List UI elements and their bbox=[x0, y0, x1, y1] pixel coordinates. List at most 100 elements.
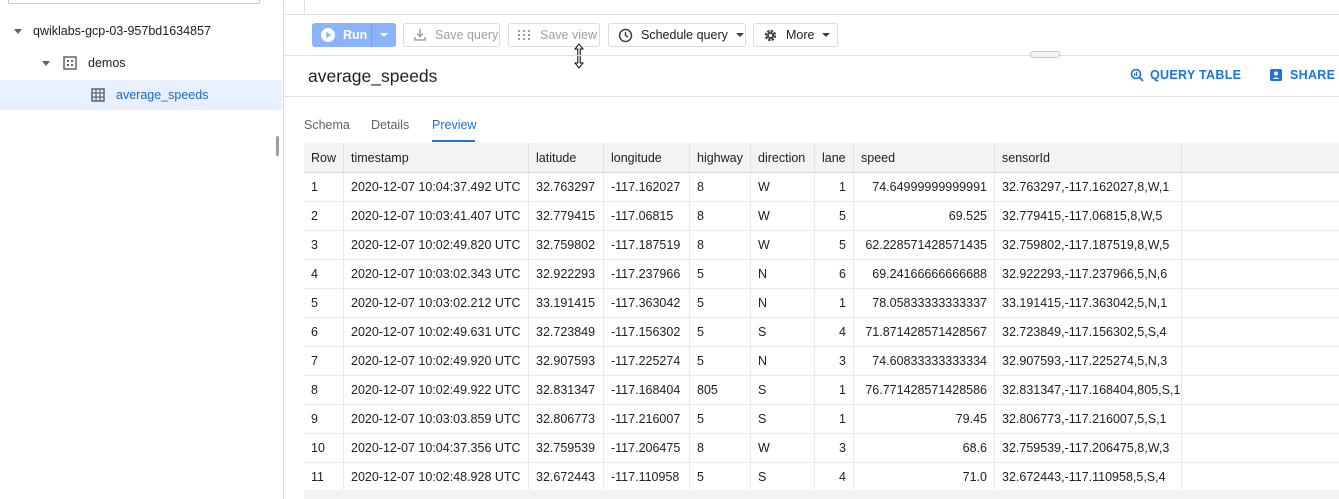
cell-timestamp: 2020-12-07 10:02:49.631 UTC bbox=[344, 318, 529, 346]
share-table-button[interactable]: SHARE T bbox=[1269, 68, 1339, 82]
active-tab-indicator bbox=[432, 140, 475, 142]
query-table-label: QUERY TABLE bbox=[1150, 68, 1242, 82]
dataset-name: demos bbox=[88, 56, 126, 70]
column-header-latitude[interactable]: latitude bbox=[529, 143, 604, 172]
cell-timestamp: 2020-12-07 10:03:02.212 UTC bbox=[344, 289, 529, 317]
column-header-timestamp[interactable]: timestamp bbox=[344, 143, 529, 172]
cell-latitude: 32.922293 bbox=[529, 260, 604, 288]
cell-speed: 78.05833333333337 bbox=[854, 289, 995, 317]
cell-speed: 74.60833333333334 bbox=[854, 347, 995, 375]
tree-item-table[interactable]: average_speeds bbox=[0, 80, 282, 110]
schedule-query-button[interactable]: Schedule query bbox=[608, 23, 746, 47]
cell-row: 8 bbox=[304, 376, 344, 404]
table-row: 3 2020-12-07 10:02:49.820 UTC 32.759802 -11… bbox=[304, 231, 1339, 260]
run-main-button[interactable]: Run bbox=[312, 23, 371, 47]
cell-row: 3 bbox=[304, 231, 344, 259]
cell-direction: S bbox=[751, 463, 815, 491]
cell-longitude: -117.110958 bbox=[604, 463, 690, 491]
cell-sensorid: 33.191415,-117.363042,5,N,1 bbox=[995, 289, 1182, 317]
column-header-row[interactable]: Row bbox=[304, 143, 344, 172]
cell-sensorid: 32.806773,-117.216007,5,S,1 bbox=[995, 405, 1182, 433]
cell-latitude: 32.759539 bbox=[529, 434, 604, 462]
cell-latitude: 32.779415 bbox=[529, 202, 604, 230]
column-header-highway[interactable]: highway bbox=[690, 143, 751, 172]
run-dropdown-button[interactable] bbox=[371, 23, 396, 47]
cell-sensorid: 32.763297,-117.162027,8,W,1 bbox=[995, 173, 1182, 201]
cell-speed: 76.771428571428586 bbox=[854, 376, 995, 404]
dataset-icon bbox=[63, 56, 77, 70]
cell-sensorid: 32.779415,-117.06815,8,W,5 bbox=[995, 202, 1182, 230]
cell-highway: 5 bbox=[690, 289, 751, 317]
cell-longitude: -117.156302 bbox=[604, 318, 690, 346]
cell-latitude: 32.907593 bbox=[529, 347, 604, 375]
cell-direction: S bbox=[751, 376, 815, 404]
cell-latitude: 32.723849 bbox=[529, 318, 604, 346]
table-row: 1 2020-12-07 10:04:37.492 UTC 32.763297 -11… bbox=[304, 173, 1339, 202]
cell-direction: N bbox=[751, 289, 815, 317]
cell-row: 5 bbox=[304, 289, 344, 317]
download-icon bbox=[413, 28, 427, 42]
cell-row: 10 bbox=[304, 434, 344, 462]
clock-icon bbox=[618, 28, 633, 43]
cell-latitude: 32.672443 bbox=[529, 463, 604, 491]
cell-row: 2 bbox=[304, 202, 344, 230]
more-label: More bbox=[786, 28, 815, 42]
cell-speed: 62.228571428571435 bbox=[854, 231, 995, 259]
run-label: Run bbox=[343, 28, 368, 42]
cell-lane: 4 bbox=[815, 463, 854, 491]
tree-item-dataset[interactable]: demos bbox=[0, 48, 282, 78]
tab-details[interactable]: Details bbox=[371, 118, 409, 132]
more-button[interactable]: More bbox=[753, 23, 838, 47]
expand-caret-icon[interactable] bbox=[42, 60, 50, 66]
cell-highway: 5 bbox=[690, 347, 751, 375]
cell-longitude: -117.06815 bbox=[604, 202, 690, 230]
cell-latitude: 32.763297 bbox=[529, 173, 604, 201]
search-box[interactable] bbox=[8, 0, 260, 4]
cell-highway: 8 bbox=[690, 434, 751, 462]
column-header-longitude[interactable]: longitude bbox=[604, 143, 690, 172]
column-header-lane[interactable]: lane bbox=[815, 143, 854, 172]
cell-speed: 69.525 bbox=[854, 202, 995, 230]
cell-highway: 8 bbox=[690, 173, 751, 201]
column-header-direction[interactable]: direction bbox=[751, 143, 815, 172]
run-button[interactable]: Run bbox=[312, 23, 396, 47]
splitter-handle[interactable] bbox=[1030, 51, 1060, 58]
column-header-sensorid[interactable]: sensorId bbox=[995, 143, 1182, 172]
tree-item-project[interactable]: qwiklabs-gcp-03-957bd1634857 bbox=[0, 16, 282, 46]
cell-lane: 5 bbox=[815, 231, 854, 259]
main-panel: Run Save query Save view Schedule query … bbox=[284, 0, 1339, 499]
cell-direction: W bbox=[751, 173, 815, 201]
project-name: qwiklabs-gcp-03-957bd1634857 bbox=[33, 24, 211, 38]
expand-caret-icon[interactable] bbox=[14, 28, 22, 34]
explorer-panel: qwiklabs-gcp-03-957bd1634857 demos avera… bbox=[0, 0, 284, 499]
table-row: 8 2020-12-07 10:02:49.922 UTC 32.831347 -11… bbox=[304, 376, 1339, 405]
cell-speed: 71.871428571428567 bbox=[854, 318, 995, 346]
cell-row: 11 bbox=[304, 463, 344, 491]
cell-row: 6 bbox=[304, 318, 344, 346]
cell-highway: 8 bbox=[690, 231, 751, 259]
cell-speed: 79.45 bbox=[854, 405, 995, 433]
share-person-icon bbox=[1269, 68, 1283, 82]
tab-preview[interactable]: Preview bbox=[432, 118, 476, 132]
panel-resize-handle[interactable] bbox=[276, 136, 279, 156]
divider bbox=[284, 14, 1339, 15]
cell-highway: 5 bbox=[690, 318, 751, 346]
table-icon bbox=[91, 88, 105, 102]
table-header-row: Row timestamp latitude longitude highway dire… bbox=[304, 143, 1339, 173]
query-table-button[interactable]: QUERY TABLE bbox=[1130, 68, 1241, 82]
cell-latitude: 32.831347 bbox=[529, 376, 604, 404]
save-query-button[interactable]: Save query bbox=[403, 23, 500, 47]
cell-highway: 8 bbox=[690, 202, 751, 230]
horizontal-scrollbar[interactable] bbox=[304, 490, 1339, 499]
cell-latitude: 32.759802 bbox=[529, 231, 604, 259]
chevron-down-icon bbox=[380, 33, 389, 37]
cell-longitude: -117.216007 bbox=[604, 405, 690, 433]
cell-lane: 1 bbox=[815, 405, 854, 433]
cell-highway: 5 bbox=[690, 405, 751, 433]
tab-schema[interactable]: Schema bbox=[304, 118, 350, 132]
cell-direction: W bbox=[751, 202, 815, 230]
save-view-button[interactable]: Save view bbox=[508, 23, 600, 47]
schedule-query-label: Schedule query bbox=[641, 28, 728, 42]
column-header-speed[interactable]: speed bbox=[854, 143, 995, 172]
cell-timestamp: 2020-12-07 10:02:48.928 UTC bbox=[344, 463, 529, 491]
